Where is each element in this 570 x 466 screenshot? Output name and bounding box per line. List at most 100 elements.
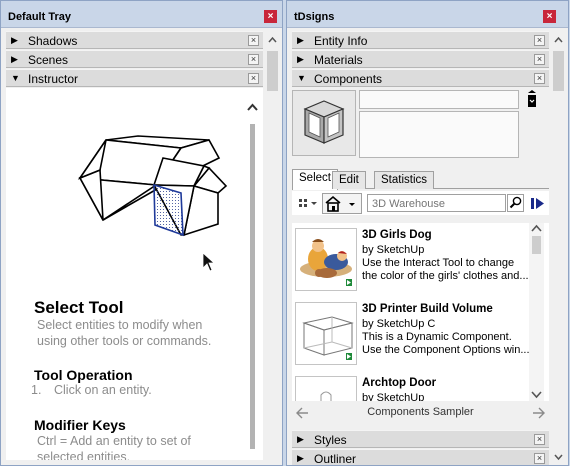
panel-close-button[interactable]: × <box>534 453 545 464</box>
expand-arrow-icon: ▶ <box>11 35 18 45</box>
panel-materials[interactable]: ▶ Materials × <box>292 50 549 68</box>
description-line: Use the Interact Tool to change <box>362 257 515 269</box>
panel-label: Shadows <box>28 34 78 48</box>
tray-titlebar[interactable]: Default Tray × <box>1 1 282 28</box>
panel-close-button[interactable]: × <box>534 73 545 84</box>
panel-label: Styles <box>314 433 347 447</box>
search-button[interactable] <box>507 194 524 212</box>
instructor-description-line-2: using other tools or commands. <box>37 334 212 348</box>
component-tabs: Select Edit Statistics <box>292 169 549 190</box>
description-line: Use the Component Options win... <box>362 344 530 356</box>
list-item[interactable]: Archtop Door by SketchUp <box>292 371 530 401</box>
step-number: 1. <box>31 383 42 397</box>
component-toolbar <box>292 191 549 215</box>
panel-close-button[interactable]: × <box>248 35 259 46</box>
tab-label: Edit <box>339 174 359 186</box>
modifier-keys-heading: Modifier Keys <box>34 417 126 433</box>
girls-dog-thumbnail <box>300 239 352 286</box>
component-name: 3D Girls Dog <box>362 229 432 241</box>
home-icon <box>325 195 355 212</box>
tray-close-button[interactable]: × <box>543 10 556 23</box>
tool-operation-heading: Tool Operation <box>34 367 133 383</box>
panel-label: Materials <box>314 53 363 67</box>
description-line: This is a Dynamic Component. <box>362 331 512 343</box>
list-item[interactable]: 3D Girls Dog by SketchUp Use the Interac… <box>292 223 530 296</box>
tray-scrollbar[interactable] <box>551 31 566 426</box>
panel-label: Entity Info <box>314 34 368 48</box>
expand-arrow-icon: ▶ <box>11 54 18 64</box>
details-menu-icon[interactable] <box>525 90 539 108</box>
forward-arrow-icon[interactable] <box>532 406 546 420</box>
tab-label: Statistics <box>381 174 428 186</box>
expand-arrow-icon: ▶ <box>297 35 304 45</box>
component-thumbnail <box>295 376 357 401</box>
search-icon <box>509 196 522 209</box>
panel-entity-info[interactable]: ▶ Entity Info × <box>292 31 549 49</box>
instructor-panel: Select Tool Select entities to modify wh… <box>6 88 263 460</box>
collection-name: Components Sampler <box>367 406 474 418</box>
details-arrow-icon[interactable] <box>530 195 548 213</box>
scrollbar-graphic <box>267 36 278 91</box>
expand-arrow-icon: ▶ <box>297 434 304 444</box>
list-item[interactable]: 3D Printer Build Volume by SketchUp C Th… <box>292 297 530 370</box>
tray-scrollbar-bottom[interactable] <box>551 449 566 465</box>
panel-instructor[interactable]: ▼ Instructor × <box>6 69 263 87</box>
printer-volume-thumbnail <box>302 316 354 360</box>
instructor-scrollbar[interactable] <box>245 96 260 458</box>
tray-title: Default Tray <box>8 11 71 23</box>
expand-arrow-icon: ▶ <box>297 453 304 463</box>
scroll-down-icon <box>554 454 563 461</box>
component-author: by SketchUp C <box>362 318 436 330</box>
house-illustration <box>77 135 228 272</box>
tab-edit[interactable]: Edit <box>332 171 366 189</box>
component-author: by SketchUp <box>362 244 425 256</box>
collapse-arrow-icon: ▼ <box>11 73 20 83</box>
panel-label: Outliner <box>314 452 357 466</box>
component-description: Use the Interact Tool to change the colo… <box>362 257 532 283</box>
component-author: by SketchUp <box>362 392 425 401</box>
scrollbar-graphic <box>531 224 542 399</box>
archtop-door-thumbnail <box>320 391 332 401</box>
panel-label: Scenes <box>28 53 69 67</box>
navigation-button[interactable] <box>322 193 362 214</box>
panel-components[interactable]: ▼ Components × <box>292 69 549 87</box>
view-options-icon[interactable] <box>296 194 320 214</box>
default-tray: Default Tray × ▶ Shadows × ▶ Scenes × ▼ … <box>0 0 283 466</box>
component-list: 3D Girls Dog by SketchUp Use the Interac… <box>292 223 549 401</box>
instructor-description-line-1: Select entities to modify when <box>37 318 203 332</box>
description-line: the color of the girls' clothes and... <box>362 270 529 282</box>
panel-close-button[interactable]: × <box>248 54 259 65</box>
modifier-keys-line-1: Ctrl = Add an entity to set of <box>37 434 191 448</box>
panel-close-button[interactable]: × <box>248 73 259 84</box>
component-name: 3D Printer Build Volume <box>362 303 493 315</box>
panel-close-button[interactable]: × <box>534 434 545 445</box>
modifier-keys-line-2: selected entities. <box>37 450 131 460</box>
panel-shadows[interactable]: ▶ Shadows × <box>6 31 263 49</box>
component-thumbnail <box>295 228 357 291</box>
tab-statistics[interactable]: Statistics <box>374 171 435 189</box>
tray-scrollbar[interactable] <box>265 31 280 461</box>
tray-close-button[interactable]: × <box>264 10 277 23</box>
panel-close-button[interactable]: × <box>534 54 545 65</box>
component-description-field[interactable] <box>359 111 519 158</box>
collapse-arrow-icon: ▼ <box>297 73 306 83</box>
tray-title: tDsigns <box>294 11 335 23</box>
list-scrollbar[interactable] <box>529 223 544 401</box>
component-description: This is a Dynamic Component. Use the Com… <box>362 331 532 357</box>
component-name-field[interactable] <box>359 90 519 109</box>
component-thumbnail <box>295 302 357 365</box>
component-name: Archtop Door <box>362 377 437 389</box>
component-cube-icon <box>303 100 345 144</box>
tray-titlebar[interactable]: tDsigns × <box>287 1 568 28</box>
panel-close-button[interactable]: × <box>534 35 545 46</box>
tab-label: Select <box>299 172 331 184</box>
tool-operation-step: Click on an entity. <box>54 383 152 397</box>
collection-bar: Components Sampler <box>292 404 549 422</box>
instructor-title: Select Tool <box>34 298 124 317</box>
panel-label: Instructor <box>28 72 79 86</box>
panel-scenes[interactable]: ▶ Scenes × <box>6 50 263 68</box>
panel-styles[interactable]: ▶ Styles × <box>292 430 549 448</box>
search-input[interactable] <box>367 194 506 212</box>
panel-outliner[interactable]: ▶ Outliner × <box>292 449 549 466</box>
component-header <box>292 88 547 160</box>
